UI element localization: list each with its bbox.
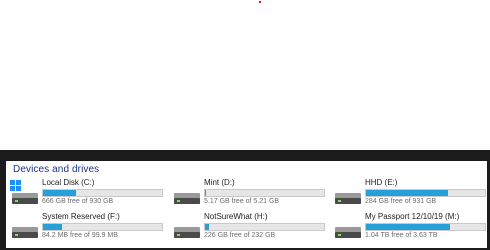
drive-tile[interactable]: HHD (E:) 284 GB free of 931 GB (333, 178, 488, 207)
devices-panel: Devices and drives Local Disk (C:) 666 G… (6, 161, 487, 248)
hard-drive-icon (174, 227, 200, 238)
drive-free-space: 226 GB free of 232 GB (204, 232, 276, 239)
explorer-window: Devices and drives Local Disk (C:) 666 G… (0, 150, 490, 250)
drive-usage-fill (43, 190, 77, 196)
drive-name: HHD (E:) (365, 178, 398, 187)
drive-usage-fill (205, 224, 209, 230)
drive-tile[interactable]: NotSureWhat (H:) 226 GB free of 232 GB (172, 212, 327, 241)
drive-free-space: 5.17 GB free of 5.21 GB (204, 198, 280, 205)
hard-drive-icon (335, 227, 361, 238)
drive-usage-fill (366, 224, 451, 230)
drive-name: Local Disk (C:) (42, 178, 95, 187)
drive-tile[interactable]: System Reserved (F:) 84.2 MB free of 99.… (10, 212, 165, 241)
drive-name: Mint (D:) (204, 178, 235, 187)
drive-free-space: 666 GB free of 930 GB (42, 198, 114, 205)
drive-usage-bar (204, 189, 325, 197)
drive-usage-fill (43, 224, 63, 230)
drive-usage-bar (42, 223, 163, 231)
hard-drive-icon (174, 193, 200, 204)
drive-tile[interactable]: My Passport 12/10/19 (M:) 1.04 TB free o… (333, 212, 488, 241)
drive-name: My Passport 12/10/19 (M:) (365, 212, 460, 221)
drive-free-space: 84.2 MB free of 99.9 MB (42, 232, 118, 239)
drive-name: NotSureWhat (H:) (204, 212, 268, 221)
drive-free-space: 284 GB free of 931 GB (365, 198, 437, 205)
red-pixel-marker (259, 1, 261, 3)
drive-usage-fill (205, 190, 207, 196)
drive-usage-bar (365, 189, 486, 197)
drive-usage-bar (204, 223, 325, 231)
drive-tile[interactable]: Local Disk (C:) 666 GB free of 930 GB (10, 178, 165, 207)
drive-free-space: 1.04 TB free of 3.63 TB (365, 232, 438, 239)
drive-usage-fill (366, 190, 449, 196)
drive-usage-bar (365, 223, 486, 231)
hard-drive-icon (335, 193, 361, 204)
windows-drive-icon (10, 180, 38, 204)
hard-drive-icon (12, 227, 38, 238)
section-title[interactable]: Devices and drives (13, 164, 99, 175)
drive-tile[interactable]: Mint (D:) 5.17 GB free of 5.21 GB (172, 178, 327, 207)
drive-name: System Reserved (F:) (42, 212, 120, 221)
drive-usage-bar (42, 189, 163, 197)
